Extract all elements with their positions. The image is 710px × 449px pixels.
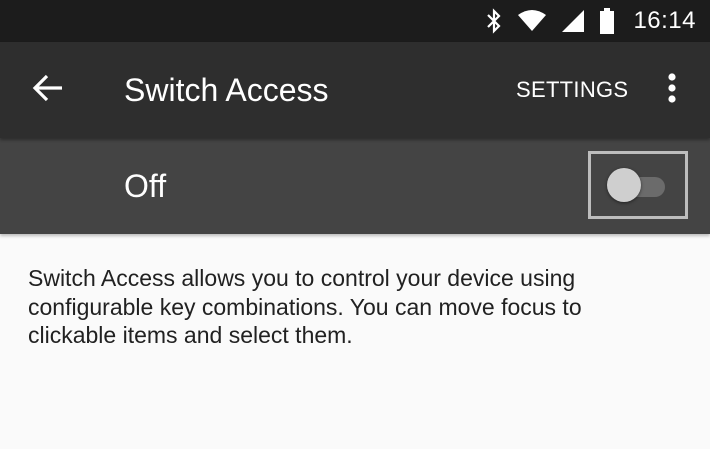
back-button[interactable] xyxy=(22,64,74,116)
arrow-back-icon xyxy=(32,74,64,107)
app-bar: Switch Access SETTINGS xyxy=(0,42,710,138)
wifi-icon xyxy=(517,9,547,33)
status-time: 16:14 xyxy=(633,7,696,34)
master-switch-label: Off xyxy=(124,168,167,204)
bluetooth-icon xyxy=(485,8,503,34)
more-vert-icon xyxy=(667,72,677,108)
cell-signal-icon xyxy=(561,9,585,33)
settings-button[interactable]: SETTINGS xyxy=(504,42,640,138)
status-icons: 16:14 xyxy=(485,0,696,42)
master-switch-toggle[interactable] xyxy=(588,151,688,219)
battery-icon xyxy=(599,8,615,34)
switch-thumb xyxy=(607,168,641,202)
page-title: Switch Access xyxy=(124,72,329,108)
status-bar: 16:14 xyxy=(0,0,710,42)
overflow-menu-button[interactable] xyxy=(650,68,694,112)
feature-description: Switch Access allows you to control your… xyxy=(28,265,582,348)
master-switch-bar[interactable]: Off xyxy=(0,138,710,234)
